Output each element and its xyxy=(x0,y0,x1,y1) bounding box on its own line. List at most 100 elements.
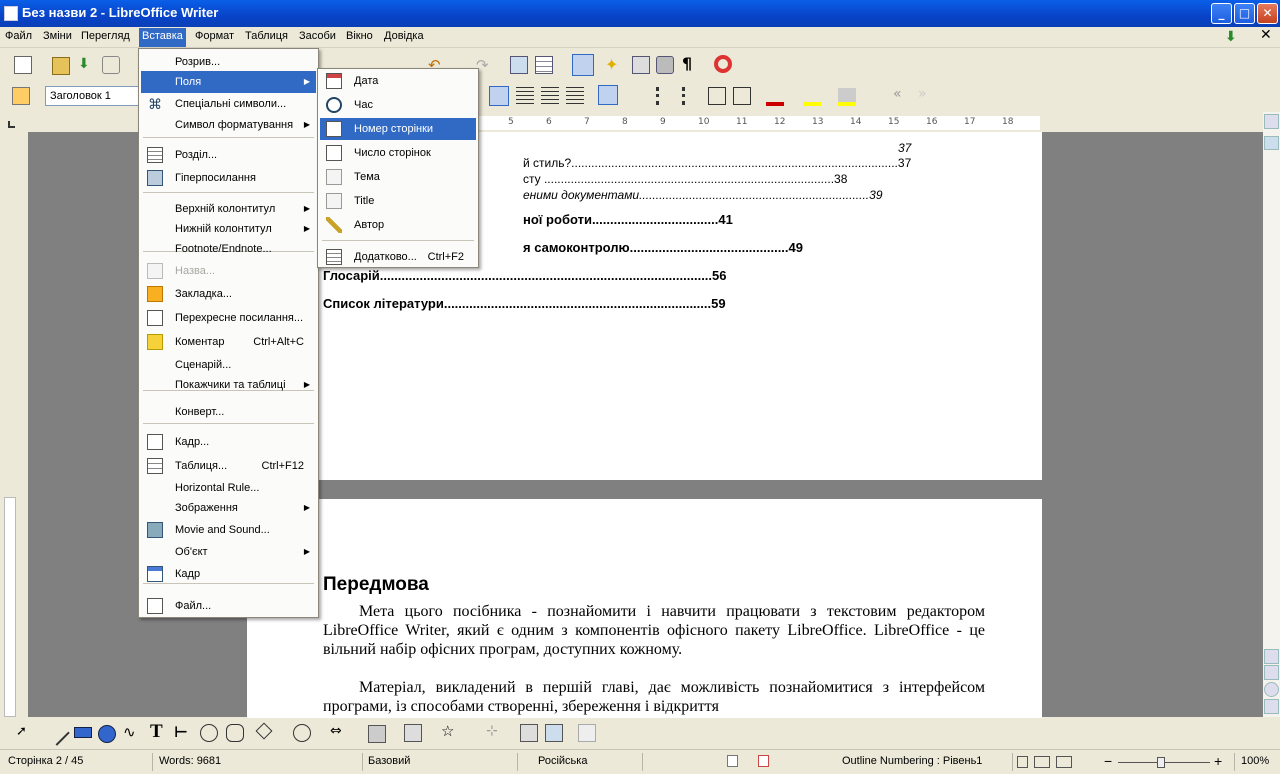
scroll-thumb[interactable] xyxy=(1264,136,1279,150)
close-document-icon[interactable]: ✕ xyxy=(1260,27,1278,45)
align-left-icon[interactable] xyxy=(489,86,509,106)
stars-icon[interactable]: ☆ xyxy=(441,722,459,740)
insert-menu-item[interactable]: Таблиця... Ctrl+F12 xyxy=(141,455,316,477)
tab-type-icon[interactable] xyxy=(8,121,15,128)
insert-menu-item[interactable]: Коментар Ctrl+Alt+C xyxy=(141,331,316,353)
highlight-icon[interactable] xyxy=(803,88,821,106)
text-direction-ltr-icon[interactable] xyxy=(598,85,618,105)
from-file-icon[interactable] xyxy=(520,724,538,742)
insert-menu-item[interactable]: Гіперпосилання xyxy=(141,167,316,189)
decrease-indent-icon[interactable] xyxy=(708,87,726,105)
bullets-icon[interactable] xyxy=(682,87,700,105)
numbering-icon[interactable] xyxy=(656,87,674,105)
next-page-button[interactable] xyxy=(1264,699,1279,714)
field-menu-item[interactable]: Тема xyxy=(320,166,476,188)
insert-menu-item[interactable]: Верхній колонтитул ▶ xyxy=(141,198,316,220)
points-icon[interactable]: ⊹ xyxy=(486,723,504,741)
page-indicator[interactable]: Сторінка 2 / 45 xyxy=(8,755,83,767)
line-icon[interactable] xyxy=(44,720,70,746)
align-right-icon[interactable] xyxy=(541,87,559,105)
background-color-icon[interactable] xyxy=(838,88,856,106)
block-arrows-icon[interactable]: ⇔ xyxy=(330,723,348,741)
save-icon[interactable]: ⬇ xyxy=(78,56,96,74)
document-page-2[interactable]: Передмова Мета цього посібника - познайо… xyxy=(247,499,1042,719)
scroll-up-button[interactable] xyxy=(1264,114,1279,129)
field-menu-item[interactable]: Дата xyxy=(320,70,476,92)
insert-menu-item[interactable]: Закладка... xyxy=(141,283,316,305)
zoom-in-icon[interactable]: + xyxy=(1214,753,1222,769)
data-sources-icon[interactable] xyxy=(656,56,674,74)
insert-menu-item[interactable]: Розрив... xyxy=(141,51,316,73)
menu-edit[interactable]: Зміни xyxy=(43,30,72,42)
field-menu-item[interactable]: Час xyxy=(320,94,476,116)
field-menu-item[interactable]: Додатково... Ctrl+F2 xyxy=(320,246,476,268)
single-page-view-icon[interactable] xyxy=(1017,756,1028,768)
select-icon[interactable]: ➚ xyxy=(16,724,34,742)
gallery-icon[interactable] xyxy=(632,56,650,74)
insert-menu-item[interactable]: Кадр... xyxy=(141,431,316,453)
fontwork-icon[interactable] xyxy=(226,724,244,742)
document-modified-icon[interactable] xyxy=(758,755,769,767)
extrusion-icon[interactable] xyxy=(545,724,563,742)
field-menu-item[interactable]: Title xyxy=(320,190,476,212)
draw-functions-icon[interactable] xyxy=(572,54,594,76)
insert-menu-item[interactable]: Footnote/Endnote... xyxy=(141,238,316,260)
paragraph-style-combo[interactable]: Заголовок 1 xyxy=(45,86,140,106)
menu-insert[interactable]: Вставка xyxy=(139,28,186,47)
menu-table[interactable]: Таблиця xyxy=(245,30,288,42)
field-menu-item[interactable]: Число сторінок xyxy=(320,142,476,164)
callouts-icon[interactable] xyxy=(404,724,422,742)
minimize-button[interactable]: _ xyxy=(1211,3,1232,24)
text-icon[interactable]: T xyxy=(150,721,168,742)
styles-icon[interactable] xyxy=(12,87,30,105)
callout-line-icon[interactable]: ⊢ xyxy=(174,723,192,741)
menu-file[interactable]: Файл xyxy=(5,30,32,42)
maximize-button[interactable]: □ xyxy=(1234,3,1255,24)
close-button[interactable]: ✕ xyxy=(1257,3,1278,24)
flowchart-icon[interactable] xyxy=(368,725,386,743)
vertical-ruler[interactable] xyxy=(18,132,28,717)
align-center-icon[interactable] xyxy=(516,87,534,105)
insert-menu-item[interactable]: Movie and Sound... xyxy=(141,519,316,541)
insert-menu-item[interactable]: Покажчики та таблиці ▶ xyxy=(141,374,316,396)
menu-view[interactable]: Перегляд xyxy=(81,30,130,42)
insert-menu-item[interactable]: Сценарій... xyxy=(141,354,316,376)
increase-indent-icon[interactable] xyxy=(733,87,751,105)
zoom-slider-thumb[interactable] xyxy=(1157,757,1165,768)
hyperlink-toolbar-icon[interactable] xyxy=(510,56,528,74)
menu-tools[interactable]: Засоби xyxy=(299,30,336,42)
zoom-level[interactable]: 100% xyxy=(1241,755,1269,767)
open-icon[interactable] xyxy=(52,57,70,75)
symbol-shapes-icon[interactable] xyxy=(293,724,311,742)
email-icon[interactable] xyxy=(102,56,120,74)
insert-menu-item[interactable]: Конверт... xyxy=(141,401,316,423)
insert-menu-item[interactable]: Нижній колонтитул ▶ xyxy=(141,218,316,240)
scroll-down-button[interactable] xyxy=(1264,649,1279,664)
ellipse-icon[interactable] xyxy=(98,725,116,743)
table-toolbar-icon[interactable] xyxy=(535,56,553,74)
vertical-scrollbar[interactable] xyxy=(1263,112,1280,717)
help-icon[interactable] xyxy=(714,55,732,73)
insert-menu-item[interactable]: Спеціальні символи... ⌘ xyxy=(141,93,316,115)
insert-menu-item[interactable]: Файл... xyxy=(141,595,316,617)
insert-menu-item[interactable]: Назва... xyxy=(141,260,316,282)
update-icon[interactable]: ⬇ xyxy=(1225,29,1243,47)
selection-mode-icon[interactable] xyxy=(727,755,738,767)
field-menu-item[interactable]: Номер сторінки xyxy=(320,118,476,140)
insert-menu-item[interactable]: Кадр xyxy=(141,563,316,585)
formatting-marks-icon[interactable]: ¶ xyxy=(682,54,700,73)
page-style[interactable]: Базовий xyxy=(368,755,410,767)
new-document-icon[interactable] xyxy=(14,56,32,74)
font-color-icon[interactable] xyxy=(766,88,784,106)
menu-help[interactable]: Довідка xyxy=(384,30,424,42)
insert-menu-item[interactable]: Поля ▶ xyxy=(141,71,316,93)
rectangle-icon[interactable] xyxy=(74,727,92,738)
book-view-icon[interactable] xyxy=(1056,756,1072,768)
polygon-icon[interactable]: ∿ xyxy=(123,723,141,741)
basic-shapes-icon[interactable] xyxy=(255,722,273,740)
zoom-out-icon[interactable]: − xyxy=(1104,753,1112,769)
previous-icon[interactable]: « xyxy=(893,86,911,104)
insert-menu-item[interactable]: Перехресне посилання... xyxy=(141,307,316,329)
insert-menu-item[interactable]: Об'єкт ▶ xyxy=(141,541,316,563)
language[interactable]: Російська xyxy=(538,755,587,767)
